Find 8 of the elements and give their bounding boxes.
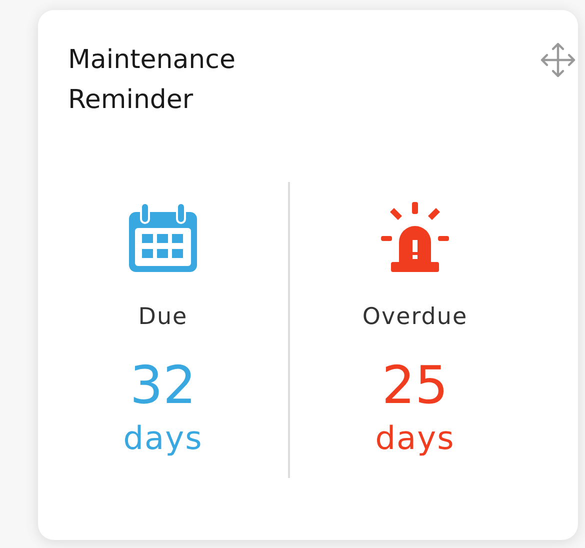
stat-unit: days	[375, 418, 455, 459]
card-title: Maintenance Reminder	[68, 44, 236, 117]
stat-label: Due	[138, 304, 188, 330]
stat-value: 25	[382, 356, 448, 416]
stat-unit: days	[123, 418, 203, 459]
stat-label: Overdue	[362, 304, 468, 330]
stat-value: 32	[130, 356, 196, 416]
move-icon[interactable]	[538, 40, 578, 80]
